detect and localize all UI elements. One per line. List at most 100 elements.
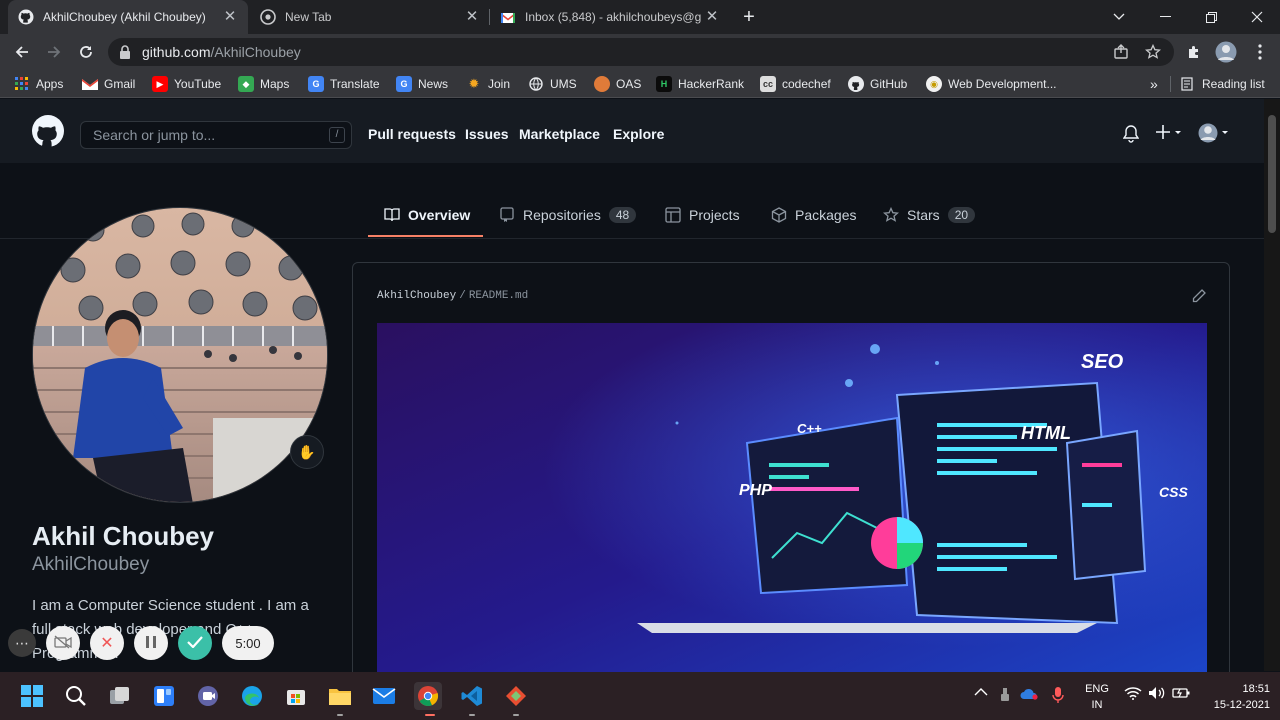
close-tab-icon[interactable]: ✕ [222, 9, 238, 25]
nav-issues[interactable]: Issues [465, 126, 509, 142]
bookmark-maps[interactable]: ◆ Maps [238, 75, 289, 93]
bookmark-star-icon[interactable] [1144, 43, 1162, 61]
edit-pencil-icon[interactable] [1191, 288, 1207, 309]
readme-file-link[interactable]: README.md [469, 290, 528, 302]
bookmark-web-development[interactable]: ◉ Web Development... [926, 75, 1057, 93]
system-clock[interactable]: 18:51 15-12-2021 [1200, 681, 1270, 713]
extensions-puzzle-icon[interactable] [1182, 40, 1206, 64]
recorder-pause-button[interactable] [134, 626, 168, 660]
forward-arrow-icon[interactable] [42, 40, 66, 64]
tab-projects[interactable]: Projects [665, 204, 740, 226]
scrollbar-thumb[interactable] [1268, 115, 1276, 233]
user-menu-avatar-icon[interactable] [1198, 123, 1232, 146]
minimize-icon[interactable] [1142, 0, 1188, 34]
github-search-input[interactable] [81, 122, 321, 148]
tab-title: AkhilChoubey (Akhil Choubey) [43, 10, 206, 24]
tray-overflow-chevron-icon[interactable] [974, 686, 988, 700]
mail-icon[interactable] [370, 682, 398, 710]
close-tab-icon[interactable]: ✕ [704, 9, 720, 25]
tab-label: Overview [408, 207, 471, 223]
nav-pull-requests[interactable]: Pull requests [368, 126, 456, 142]
running-indicator [337, 714, 343, 716]
battery-icon[interactable] [1172, 686, 1190, 703]
volume-icon[interactable] [1148, 686, 1166, 703]
close-tab-icon[interactable]: ✕ [464, 9, 480, 25]
github-header: / Pull requests Issues Marketplace Explo… [0, 99, 1264, 163]
usb-device-icon[interactable] [1000, 688, 1010, 705]
bookmark-apps[interactable]: Apps [14, 75, 63, 93]
selected-tab-underline [368, 235, 483, 237]
tab-repositories[interactable]: Repositories 48 [499, 204, 637, 226]
browser-tab-github[interactable]: AkhilChoubey (Akhil Choubey) ✕ [8, 0, 248, 34]
chrome-browser-icon[interactable] [414, 682, 442, 710]
share-icon[interactable] [1112, 43, 1130, 61]
tab-label: Repositories [523, 207, 601, 223]
camera-off-icon [54, 635, 72, 652]
tab-search-chevron-icon[interactable] [1096, 0, 1142, 34]
nav-marketplace[interactable]: Marketplace [519, 126, 600, 142]
teams-chat-icon[interactable] [194, 682, 222, 710]
wifi-icon[interactable] [1124, 686, 1142, 703]
tab-packages[interactable]: Packages [771, 204, 856, 226]
page-scrollbar[interactable] [1264, 99, 1280, 671]
tab-label: Projects [689, 207, 740, 223]
browser-tab-new-tab[interactable]: New Tab ✕ [250, 0, 490, 34]
bookmark-label: News [418, 77, 449, 91]
status-badge[interactable]: ✋ [290, 435, 324, 469]
new-tab-button[interactable]: + [738, 6, 760, 28]
recorder-camera-toggle[interactable] [46, 626, 80, 660]
path-separator: / [459, 290, 466, 302]
bookmark-hackerrank[interactable]: H HackerRank [656, 75, 744, 93]
onedrive-cloud-icon[interactable] [1020, 688, 1038, 703]
close-window-icon[interactable] [1234, 0, 1280, 34]
task-view-icon[interactable] [106, 682, 134, 710]
microphone-icon[interactable] [1052, 686, 1064, 707]
bookmark-github[interactable]: GitHub [848, 75, 907, 93]
recorder-cancel-button[interactable]: ✕ [90, 626, 124, 660]
widgets-icon[interactable] [150, 682, 178, 710]
chrome-menu-icon[interactable] [1248, 40, 1272, 64]
lock-icon[interactable] [119, 45, 131, 64]
vscode-icon[interactable] [458, 682, 486, 710]
profile-avatar[interactable] [32, 207, 328, 503]
bookmark-gmail[interactable]: Gmail [82, 75, 135, 93]
language-indicator[interactable]: ENG IN [1082, 681, 1112, 713]
edge-browser-icon[interactable] [238, 682, 266, 710]
checkmark-icon [187, 635, 203, 651]
bookmark-join[interactable]: ✹ Join [466, 75, 510, 93]
bookmark-youtube[interactable]: ▶ YouTube [152, 75, 221, 93]
bookmark-ums[interactable]: UMS [528, 75, 577, 93]
profile-avatar-icon[interactable] [1214, 40, 1238, 64]
region-code: IN [1091, 699, 1103, 711]
tab-stars[interactable]: Stars 20 [883, 204, 976, 226]
readme-owner-link[interactable]: AkhilChoubey [377, 290, 456, 302]
web-dev-icon: ◉ [926, 76, 942, 92]
search-icon[interactable] [62, 682, 90, 710]
recorder-more-button[interactable]: ⋯ [8, 629, 36, 657]
reading-list-button[interactable]: Reading list [1180, 75, 1265, 93]
nav-explore[interactable]: Explore [613, 126, 664, 142]
url-text[interactable]: github.com/AkhilChoubey [142, 44, 301, 60]
more-dots-icon: ⋯ [15, 634, 29, 651]
microsoft-store-icon[interactable] [282, 682, 310, 710]
create-new-plus-icon[interactable] [1156, 123, 1182, 144]
windows-start-icon[interactable] [18, 682, 46, 710]
bookmark-translate[interactable]: G Translate [308, 75, 380, 93]
browser-tab-gmail[interactable]: Inbox (5,848) - akhilchoubeys@g ✕ [490, 0, 730, 34]
notification-bell-icon[interactable] [1122, 125, 1140, 146]
back-arrow-icon[interactable] [10, 40, 34, 64]
restore-icon[interactable] [1188, 0, 1234, 34]
recorder-finish-button[interactable] [178, 626, 212, 660]
gmail-icon [82, 76, 98, 92]
git-kraken-icon[interactable] [502, 682, 530, 710]
file-explorer-icon[interactable] [326, 682, 354, 710]
tab-overview[interactable]: Overview [384, 204, 470, 226]
bookmark-oas[interactable]: OAS [594, 75, 641, 93]
github-search-box[interactable]: / [80, 121, 352, 149]
reload-icon[interactable] [74, 40, 98, 64]
bookmark-codechef[interactable]: cc codechef [760, 75, 831, 93]
github-logo-icon[interactable] [32, 115, 64, 152]
address-bar[interactable]: github.com/AkhilChoubey [108, 38, 1174, 66]
bookmark-news[interactable]: G News [396, 75, 448, 93]
bookmarks-overflow-button[interactable]: » [1150, 75, 1158, 93]
